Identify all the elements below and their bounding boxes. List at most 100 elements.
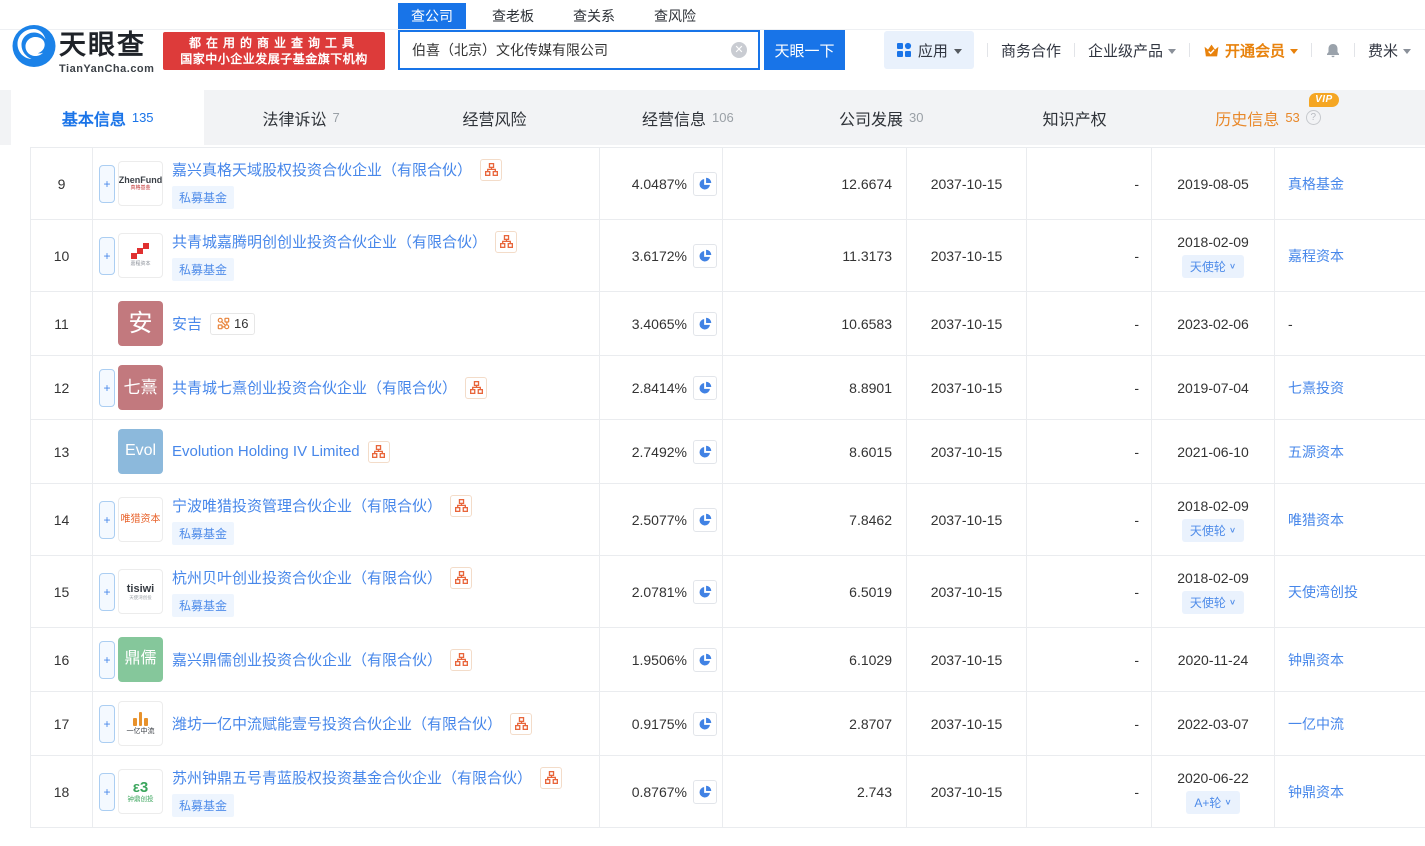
investor-link[interactable]: 钟鼎资本 bbox=[1288, 782, 1344, 802]
search-type-tab-3[interactable]: 查关系 bbox=[560, 3, 628, 29]
logo-text: 安 bbox=[129, 310, 153, 338]
investor-link[interactable]: 七熹投资 bbox=[1288, 378, 1344, 398]
company-cell: +tisiwi天使湾创投杭州贝叶创业投资合伙企业（有限合伙）私募基金 bbox=[93, 556, 600, 627]
ratio-pie-button[interactable] bbox=[693, 508, 717, 532]
ratio-pie-button[interactable] bbox=[693, 648, 717, 672]
enterprise-products-menu[interactable]: 企业级产品 bbox=[1088, 40, 1176, 61]
invest-date-cell: 2019-07-04 bbox=[1152, 356, 1275, 419]
tab-3[interactable]: 经营风险 bbox=[398, 90, 591, 145]
search-type-tab-2[interactable]: 查老板 bbox=[479, 3, 547, 29]
expand-button[interactable]: + bbox=[99, 237, 115, 275]
row-index: 18 bbox=[31, 756, 93, 827]
shareholding-ratio: 2.0781% bbox=[632, 584, 687, 600]
invest-date-cell: 2019-08-05 bbox=[1152, 148, 1275, 219]
equity-structure-icon[interactable] bbox=[540, 767, 562, 789]
shareholding-ratio: 4.0487% bbox=[632, 176, 687, 192]
invest-date: 2021-06-10 bbox=[1177, 444, 1249, 460]
company-name-link[interactable]: 潍坊一亿中流赋能壹号投资合伙企业（有限合伙） bbox=[172, 713, 502, 734]
equity-structure-icon[interactable] bbox=[450, 567, 472, 589]
expand-button[interactable]: + bbox=[99, 369, 115, 407]
clear-search-icon[interactable]: ✕ bbox=[731, 42, 747, 58]
table-row: 9+ZhenFund真格基金嘉兴真格天域股权投资合伙企业（有限合伙）私募基金4.… bbox=[31, 148, 1425, 220]
funding-round-tag[interactable]: 天使轮∨ bbox=[1182, 591, 1244, 614]
company-name-link[interactable]: Evolution Holding IV Limited bbox=[172, 443, 360, 460]
company-name-link[interactable]: 杭州贝叶创业投资合伙企业（有限合伙） bbox=[172, 567, 442, 588]
shareholding-ratio: 2.5077% bbox=[632, 512, 687, 528]
expand-button[interactable]: + bbox=[99, 705, 115, 743]
ratio-pie-button[interactable] bbox=[693, 312, 717, 336]
funding-round-tag[interactable]: 天使轮∨ bbox=[1182, 255, 1244, 278]
equity-structure-icon[interactable] bbox=[368, 441, 390, 463]
invest-date: 2019-07-04 bbox=[1177, 380, 1249, 396]
company-name-link[interactable]: 共青城嘉腾明创创业投资合伙企业（有限合伙） bbox=[172, 231, 487, 252]
ratio-pie-button[interactable] bbox=[693, 712, 717, 736]
paid-amount: - bbox=[1027, 628, 1152, 691]
company-name-link[interactable]: 苏州钟鼎五号青蓝股权投资基金合伙企业（有限合伙） bbox=[172, 767, 532, 788]
tab-4[interactable]: 经营信息106 bbox=[591, 90, 784, 145]
investor-link[interactable]: 一亿中流 bbox=[1288, 714, 1344, 734]
investor-link[interactable]: 五源资本 bbox=[1288, 442, 1344, 462]
company-name-link[interactable]: 宁波唯猎投资管理合伙企业（有限合伙） bbox=[172, 495, 442, 516]
company-cell: 安安吉 16 bbox=[93, 292, 600, 355]
company-name-link[interactable]: 安吉 bbox=[172, 313, 202, 334]
search-type-tab-4[interactable]: 查风险 bbox=[641, 3, 709, 29]
expand-button[interactable]: + bbox=[99, 573, 115, 611]
private-fund-tag: 私募基金 bbox=[172, 522, 234, 545]
apps-menu[interactable]: 应用 bbox=[884, 31, 974, 69]
investor-link[interactable]: 天使湾创投 bbox=[1288, 582, 1358, 602]
company-name-block: 苏州钟鼎五号青蓝股权投资基金合伙企业（有限合伙）私募基金 bbox=[172, 767, 562, 817]
ratio-pie-button[interactable] bbox=[693, 172, 717, 196]
investor-link[interactable]: 真格基金 bbox=[1288, 174, 1344, 194]
company-logo: ZhenFund真格基金 bbox=[118, 161, 163, 206]
equity-structure-icon[interactable] bbox=[510, 713, 532, 735]
ratio-cell: 3.4065% bbox=[600, 292, 723, 355]
subscribe-date: 2037-10-15 bbox=[907, 756, 1027, 827]
tab-label: 经营风险 bbox=[462, 106, 526, 130]
funding-round-tag[interactable]: 天使轮∨ bbox=[1182, 519, 1244, 542]
equity-structure-icon[interactable] bbox=[465, 377, 487, 399]
row-index: 14 bbox=[31, 484, 93, 555]
expand-button[interactable]: + bbox=[99, 165, 115, 203]
company-name-link[interactable]: 嘉兴鼎儒创业投资合伙企业（有限合伙） bbox=[172, 649, 442, 670]
ratio-pie-button[interactable] bbox=[693, 440, 717, 464]
help-icon[interactable]: ? bbox=[1306, 110, 1321, 125]
tab-7[interactable]: 历史信息53VIP? bbox=[1171, 90, 1364, 145]
investor-link[interactable]: 唯猎资本 bbox=[1288, 510, 1344, 530]
company-name-link[interactable]: 共青城七熹创业投资合伙企业（有限合伙） bbox=[172, 377, 457, 398]
tab-6[interactable]: 知识产权 bbox=[978, 90, 1171, 145]
business-cooperation-link[interactable]: 商务合作 bbox=[1001, 40, 1061, 61]
ratio-pie-button[interactable] bbox=[693, 376, 717, 400]
crown-icon bbox=[1203, 43, 1220, 58]
table-row: 14+唯猎资本宁波唯猎投资管理合伙企业（有限合伙）私募基金2.5077%7.84… bbox=[31, 484, 1425, 556]
tab-5[interactable]: 公司发展30 bbox=[785, 90, 978, 145]
funding-round-tag[interactable]: A+轮∨ bbox=[1186, 791, 1239, 814]
tab-2[interactable]: 法律诉讼7 bbox=[204, 90, 397, 145]
subscribe-date: 2037-10-15 bbox=[907, 484, 1027, 555]
investor-link[interactable]: 嘉程资本 bbox=[1288, 246, 1344, 266]
logo-text: 唯猎资本 bbox=[121, 514, 161, 526]
search-type-tab-1[interactable]: 查公司 bbox=[398, 3, 466, 29]
equity-structure-icon[interactable] bbox=[450, 649, 472, 671]
search-input[interactable] bbox=[398, 30, 760, 70]
user-menu[interactable]: 费米 bbox=[1368, 40, 1411, 61]
brand[interactable]: 天眼查 TianYanCha.com bbox=[59, 23, 154, 75]
equity-structure-icon[interactable] bbox=[480, 159, 502, 181]
tab-1[interactable]: 基本信息135 bbox=[11, 90, 204, 145]
expand-button[interactable]: + bbox=[99, 501, 115, 539]
notifications-bell[interactable] bbox=[1325, 42, 1341, 59]
equity-structure-icon[interactable] bbox=[495, 231, 517, 253]
open-vip-menu[interactable]: 开通会员 bbox=[1203, 40, 1298, 61]
related-count-badge[interactable]: 16 bbox=[210, 313, 255, 335]
chevron-down-icon: ∨ bbox=[1224, 798, 1231, 807]
row-index: 12 bbox=[31, 356, 93, 419]
company-logo: 安 bbox=[118, 301, 163, 346]
investor-link[interactable]: 钟鼎资本 bbox=[1288, 650, 1344, 670]
company-name-link[interactable]: 嘉兴真格天域股权投资合伙企业（有限合伙） bbox=[172, 159, 472, 180]
equity-structure-icon[interactable] bbox=[450, 495, 472, 517]
ratio-pie-button[interactable] bbox=[693, 244, 717, 268]
search-button[interactable]: 天眼一下 bbox=[764, 30, 845, 70]
ratio-pie-button[interactable] bbox=[693, 780, 717, 804]
expand-button[interactable]: + bbox=[99, 773, 115, 811]
expand-button[interactable]: + bbox=[99, 641, 115, 679]
ratio-pie-button[interactable] bbox=[693, 580, 717, 604]
